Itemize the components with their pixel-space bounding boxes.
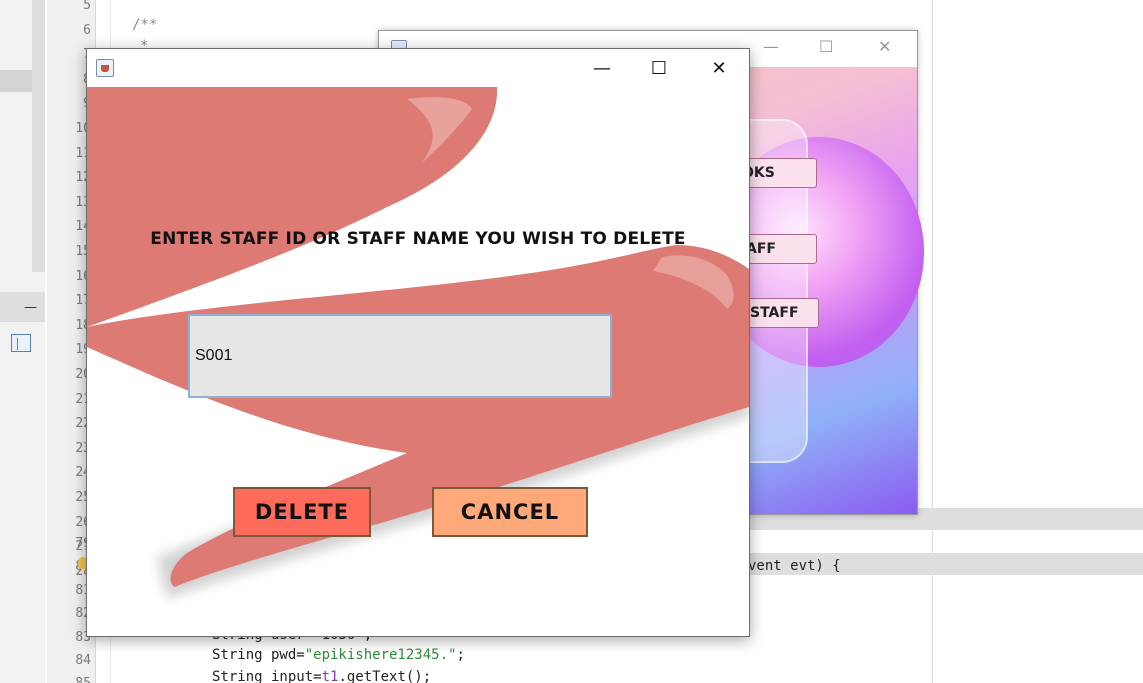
line-number: 82: [75, 606, 91, 622]
ide-selected-row: [0, 70, 32, 92]
minimize-button[interactable]: —: [763, 37, 779, 56]
line-number: 23: [75, 440, 91, 456]
line-number: 14: [75, 219, 91, 235]
line-number: 5: [83, 0, 91, 13]
line-number: 7: [47, 47, 91, 63]
line-number: 21: [75, 391, 91, 407]
delete-prompt-label: ENTER STAFF ID OR STAFF NAME YOU WISH TO…: [150, 229, 686, 249]
line-number: 84: [75, 653, 91, 668]
staff-id-input[interactable]: [188, 314, 612, 398]
line-number: 15: [75, 244, 91, 259]
line-number: 18: [75, 317, 91, 333]
line-number: 12: [75, 170, 91, 186]
dialog-content: ENTER STAFF ID OR STAFF NAME YOU WISH TO…: [87, 87, 749, 636]
line-number: 6: [83, 22, 91, 38]
line-number: 26: [75, 514, 91, 530]
dialog-titlebar: — ☐ ✕: [87, 49, 749, 87]
panel-minimize-button[interactable]: —: [24, 300, 37, 315]
line-number: 79: [75, 536, 91, 551]
line-number: 20: [75, 367, 91, 382]
line-number: 9: [47, 96, 91, 112]
line-number: 22: [75, 416, 91, 432]
cancel-button[interactable]: CANCEL: [432, 487, 588, 537]
line-number: 16: [75, 268, 91, 284]
line-number: 85: [47, 676, 91, 683]
java-icon: [96, 59, 114, 77]
minimize-button[interactable]: —: [579, 49, 625, 87]
line-number: 10: [75, 121, 91, 136]
code-line: String pwd="epikishere12345.";: [212, 647, 465, 663]
maximize-button[interactable]: ☐: [636, 49, 682, 87]
ide-panel-header: [0, 292, 45, 322]
ide-scrollbar[interactable]: [32, 0, 45, 272]
line-number: 19: [75, 342, 91, 358]
close-button[interactable]: ✕: [696, 49, 742, 87]
close-button[interactable]: ✕: [878, 37, 891, 56]
line-number: 83: [75, 629, 91, 645]
line-number: 25: [75, 490, 91, 505]
code-line: String input=t1.getText();: [212, 669, 432, 683]
ide-side-panel: —: [0, 0, 45, 683]
line-number: 17: [75, 293, 91, 309]
delete-button[interactable]: DELETE: [233, 487, 371, 537]
code-comment: /**: [132, 17, 158, 33]
line-number: 81: [75, 582, 91, 598]
delete-staff-dialog: — ☐ ✕ ENTER STAFF ID OR STAFF NAME YOU W…: [86, 48, 750, 637]
code-line: vent evt) {: [748, 558, 841, 574]
line-number: 13: [75, 194, 91, 210]
line-number: 8: [47, 72, 91, 88]
line-number: 11: [75, 145, 91, 161]
line-number: 24: [75, 465, 91, 481]
layout-icon[interactable]: [11, 334, 31, 352]
maximize-button[interactable]: ☐: [819, 37, 833, 56]
